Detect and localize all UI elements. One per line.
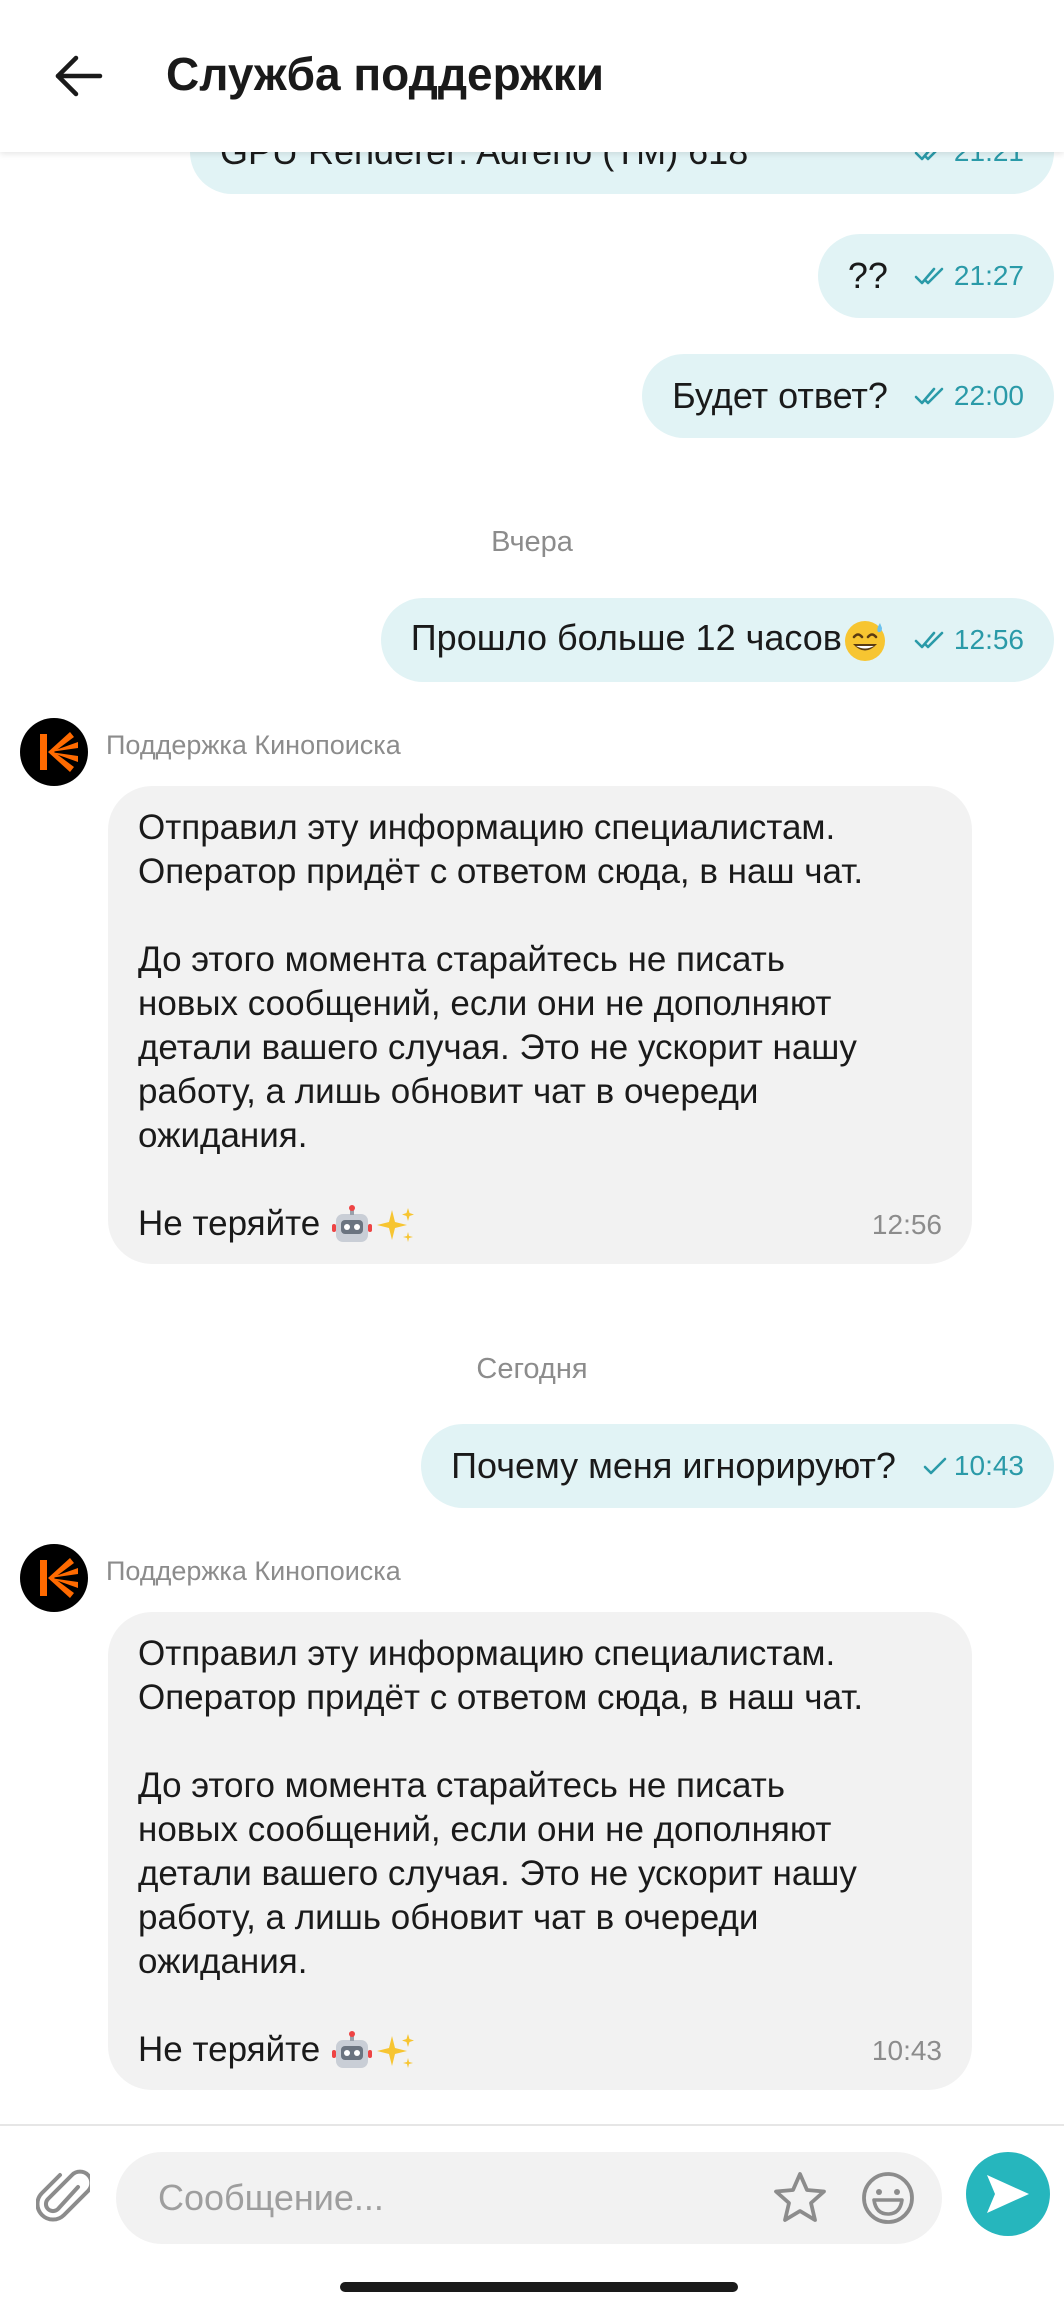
support-avatar[interactable]: [20, 1544, 88, 1612]
message-time: 22:00: [953, 380, 1024, 411]
message-text: Почему меня игнорируют?: [451, 1445, 896, 1486]
message-text: ??: [847, 255, 888, 296]
message-outgoing[interactable]: ?? 21:27: [817, 234, 1054, 318]
message-line: Не теряйте: [138, 1202, 418, 1248]
message-line: детали вашего случая. Это не ускорит наш…: [138, 1028, 857, 1067]
message-meta: 12:56: [914, 624, 1024, 656]
message-composer: [0, 2124, 1064, 2308]
message-input[interactable]: [156, 2166, 756, 2230]
star-icon: [774, 2172, 826, 2222]
smiley-icon: [862, 2172, 914, 2224]
chat-screen: GPU Renderer: Adreno (TM) 618 21:21 ?? 2…: [0, 0, 1064, 2308]
message-line: До этого момента старайтесь не писать: [138, 940, 786, 979]
message-text: Прошло больше 12 часов: [411, 617, 888, 663]
send-icon: [987, 2175, 1029, 2213]
support-avatar[interactable]: [20, 718, 88, 786]
double-check-icon: [914, 387, 944, 405]
message-line: До этого момента старайтесь не писать: [138, 1766, 786, 1805]
message-time: 10:43: [953, 1450, 1024, 1481]
message-incoming[interactable]: Отправил эту информацию специалистам. Оп…: [108, 786, 972, 1264]
message-line: работу, а лишь обновит чат в очереди: [138, 1072, 759, 1111]
emoji-button[interactable]: [856, 2166, 920, 2230]
message-line: ожидания.: [138, 1942, 308, 1981]
kinopoisk-logo-icon: [40, 1558, 78, 1598]
home-indicator: [340, 2282, 738, 2292]
message-outgoing[interactable]: Почему меня игнорируют? 10:43: [421, 1424, 1054, 1508]
message-line: Оператор придёт с ответом сюда, в наш ча…: [138, 1678, 864, 1717]
paperclip-icon: [36, 2169, 90, 2222]
message-time: 21:27: [953, 260, 1024, 291]
message-line: Отправил эту информацию специалистам.: [138, 808, 836, 847]
single-check-icon: [923, 1457, 947, 1475]
message-time: 10:43: [871, 2034, 942, 2066]
message-meta: 22:00: [914, 380, 1024, 412]
message-list[interactable]: GPU Renderer: Adreno (TM) 618 21:21 ?? 2…: [0, 0, 1064, 2124]
message-time: 12:56: [871, 1208, 942, 1240]
double-check-icon: [914, 267, 944, 285]
attach-button[interactable]: [30, 2162, 96, 2228]
message-line: Оператор придёт с ответом сюда, в наш ча…: [138, 852, 864, 891]
message-meta: 10:43: [922, 1450, 1024, 1482]
date-separator: Сегодня: [476, 1353, 588, 1385]
message-line: работу, а лишь обновит чат в очереди: [138, 1898, 759, 1937]
message-meta: 21:27: [914, 260, 1024, 292]
favorite-button[interactable]: [768, 2166, 832, 2230]
message-text-content: Прошло больше 12 часов: [410, 616, 842, 658]
sweat-smile-emoji-icon: [844, 621, 885, 662]
message-line: детали вашего случая. Это не ускорит наш…: [138, 1854, 857, 1893]
sparkles-emoji-icon: [376, 1207, 414, 1242]
sender-name: Поддержка Кинопоиска: [106, 1556, 401, 1586]
closing-text: Не теряйте: [138, 2030, 321, 2069]
message-input-container: [116, 2152, 942, 2244]
message-incoming[interactable]: Отправил эту информацию специалистам. Оп…: [108, 1612, 972, 2090]
app-header: Служба поддержки: [0, 0, 1064, 152]
message-outgoing[interactable]: Прошло больше 12 часов 12:56: [380, 598, 1054, 682]
message-time: 12:56: [953, 624, 1024, 655]
date-separator: Вчера: [491, 526, 573, 558]
send-button[interactable]: [966, 2152, 1050, 2236]
message-text: Будет ответ?: [672, 375, 888, 416]
page-title: Служба поддержки: [166, 48, 605, 100]
message-line: Не теряйте: [138, 2028, 418, 2074]
message-line: новых сообщений, если они не дополняют: [138, 984, 832, 1023]
robot-emoji-icon: [331, 1204, 372, 1242]
message-line: Отправил эту информацию специалистам.: [138, 1634, 836, 1673]
arrow-left-icon: [55, 55, 103, 97]
message-line: ожидания.: [138, 1116, 308, 1155]
sparkles-emoji-icon: [376, 2033, 414, 2068]
double-check-icon: [914, 631, 944, 649]
message-line: новых сообщений, если они не дополняют: [138, 1810, 832, 1849]
back-button[interactable]: [42, 40, 114, 112]
kinopoisk-logo-icon: [40, 732, 78, 772]
message-outgoing[interactable]: Будет ответ? 22:00: [642, 354, 1054, 438]
robot-emoji-icon: [331, 2030, 372, 2068]
sender-name: Поддержка Кинопоиска: [106, 730, 401, 760]
closing-text: Не теряйте: [138, 1204, 321, 1243]
